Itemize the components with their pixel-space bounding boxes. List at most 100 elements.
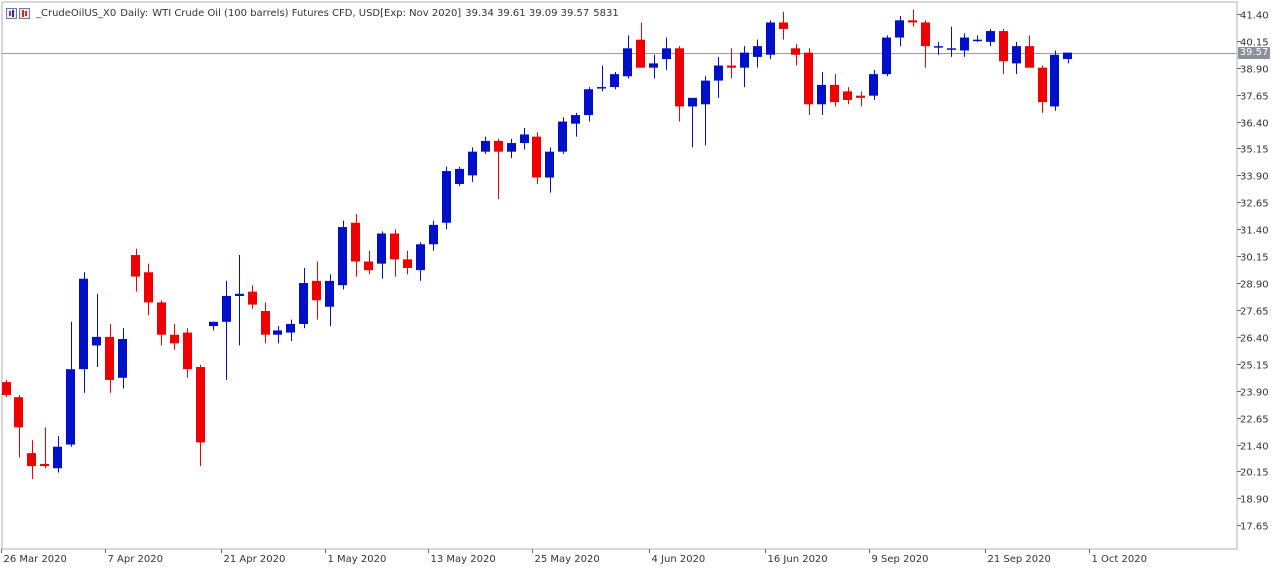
candle-body <box>921 22 930 47</box>
candle-body <box>584 89 593 116</box>
x-tick-label: 16 Jun 2020 <box>768 554 828 565</box>
y-tick-label: 25.15 <box>1240 361 1269 372</box>
candle-body <box>66 369 75 445</box>
candle-body <box>27 453 36 467</box>
candle-body <box>442 171 451 223</box>
candle-body <box>196 367 205 443</box>
candlestick-chart[interactable]: 41.4040.1538.9037.6536.4035.1533.9032.65… <box>0 0 1280 570</box>
y-tick-label: 22.65 <box>1240 415 1269 426</box>
candle-body <box>325 280 334 307</box>
candle-body <box>843 91 852 100</box>
candle-body <box>817 84 826 105</box>
y-tick-label: 30.15 <box>1240 253 1269 264</box>
chart-window[interactable]: _CrudeOilUS_X0 Daily: WTI Crude Oil (100… <box>0 0 1280 570</box>
x-tick-label: 1 May 2020 <box>328 554 387 565</box>
candle-body <box>429 224 438 245</box>
candle-body <box>170 334 179 344</box>
y-tick-label: 36.40 <box>1240 119 1269 130</box>
candle-body <box>532 136 541 178</box>
candle-body <box>986 31 995 42</box>
candle-body <box>2 382 11 396</box>
candle-body <box>662 48 671 60</box>
candle-body <box>520 134 529 144</box>
candle-body <box>779 22 788 29</box>
candle-body <box>753 46 762 57</box>
candle-body <box>390 233 399 260</box>
candle-body <box>571 115 580 124</box>
candle-body <box>494 140 503 152</box>
candle-body <box>364 261 373 271</box>
candle-body <box>558 121 567 152</box>
x-tick-label: 21 Apr 2020 <box>224 554 286 565</box>
candle-body <box>79 278 88 370</box>
candle-body <box>481 140 490 152</box>
y-tick-label: 23.90 <box>1240 388 1269 399</box>
candle-body <box>53 446 62 469</box>
y-tick-label: 28.90 <box>1240 280 1269 291</box>
candle-body <box>714 65 723 81</box>
candle-body <box>895 20 904 38</box>
candle-body <box>960 37 969 51</box>
x-tick-label: 4 Jun 2020 <box>652 554 706 565</box>
candle-body <box>740 52 749 68</box>
candle-body <box>92 336 101 346</box>
x-tick-label: 25 May 2020 <box>535 554 600 565</box>
candle-body <box>688 97 697 107</box>
candle-body <box>261 311 270 335</box>
y-tick-label: 26.40 <box>1240 334 1269 345</box>
candle-body <box>869 74 878 96</box>
candle-body <box>545 151 554 178</box>
candle-body <box>1063 52 1072 60</box>
x-tick-label: 13 May 2020 <box>431 554 496 565</box>
x-tick-label: 9 Sep 2020 <box>872 554 929 565</box>
candle-body <box>791 48 800 55</box>
candle-body <box>1012 46 1021 64</box>
candle-body <box>144 272 153 303</box>
candle-body <box>338 227 347 286</box>
candle-body <box>312 280 321 301</box>
candle-body <box>222 295 231 322</box>
candle-body <box>286 323 295 333</box>
candle-body <box>118 339 127 378</box>
y-tick-label: 35.15 <box>1240 145 1269 156</box>
x-tick-label: 26 Mar 2020 <box>4 554 67 565</box>
candle-body <box>105 336 114 380</box>
y-tick-label: 21.40 <box>1240 442 1269 453</box>
candle-body <box>403 259 412 268</box>
candle-body <box>727 65 736 68</box>
x-tick-label: 1 Oct 2020 <box>1092 554 1147 565</box>
candle-body <box>131 255 140 277</box>
candle-body <box>468 151 477 176</box>
candle-body <box>610 74 619 88</box>
current-price-label: 39.57 <box>1238 47 1270 59</box>
candle-body <box>40 463 49 467</box>
y-tick-label: 32.65 <box>1240 199 1269 210</box>
candle-body <box>1025 46 1034 68</box>
candle-body <box>14 397 23 428</box>
candle-body <box>934 46 943 48</box>
candle-body <box>235 293 244 296</box>
candle-body <box>973 39 982 42</box>
y-tick-label: 38.90 <box>1240 65 1269 76</box>
candle-body <box>1050 54 1059 107</box>
candle-body <box>416 244 425 271</box>
candle-body <box>675 48 684 107</box>
candle-body <box>882 37 891 75</box>
candle-body <box>649 63 658 68</box>
y-tick-label: 33.90 <box>1240 172 1269 183</box>
candle-body <box>455 168 464 184</box>
candle-body <box>947 48 956 50</box>
x-tick-label: 7 Apr 2020 <box>108 554 163 565</box>
candle-body <box>209 321 218 327</box>
candle-body <box>273 330 282 335</box>
candle-body <box>856 95 865 98</box>
candle-body <box>507 143 516 152</box>
y-tick-label: 27.65 <box>1240 307 1269 318</box>
y-tick-label: 17.65 <box>1240 522 1269 533</box>
candle-body <box>157 302 166 335</box>
candle-body <box>377 233 386 264</box>
candle-body <box>1038 67 1047 103</box>
candle-body <box>830 84 839 103</box>
y-tick-label: 18.90 <box>1240 495 1269 506</box>
candle-body <box>999 31 1008 62</box>
